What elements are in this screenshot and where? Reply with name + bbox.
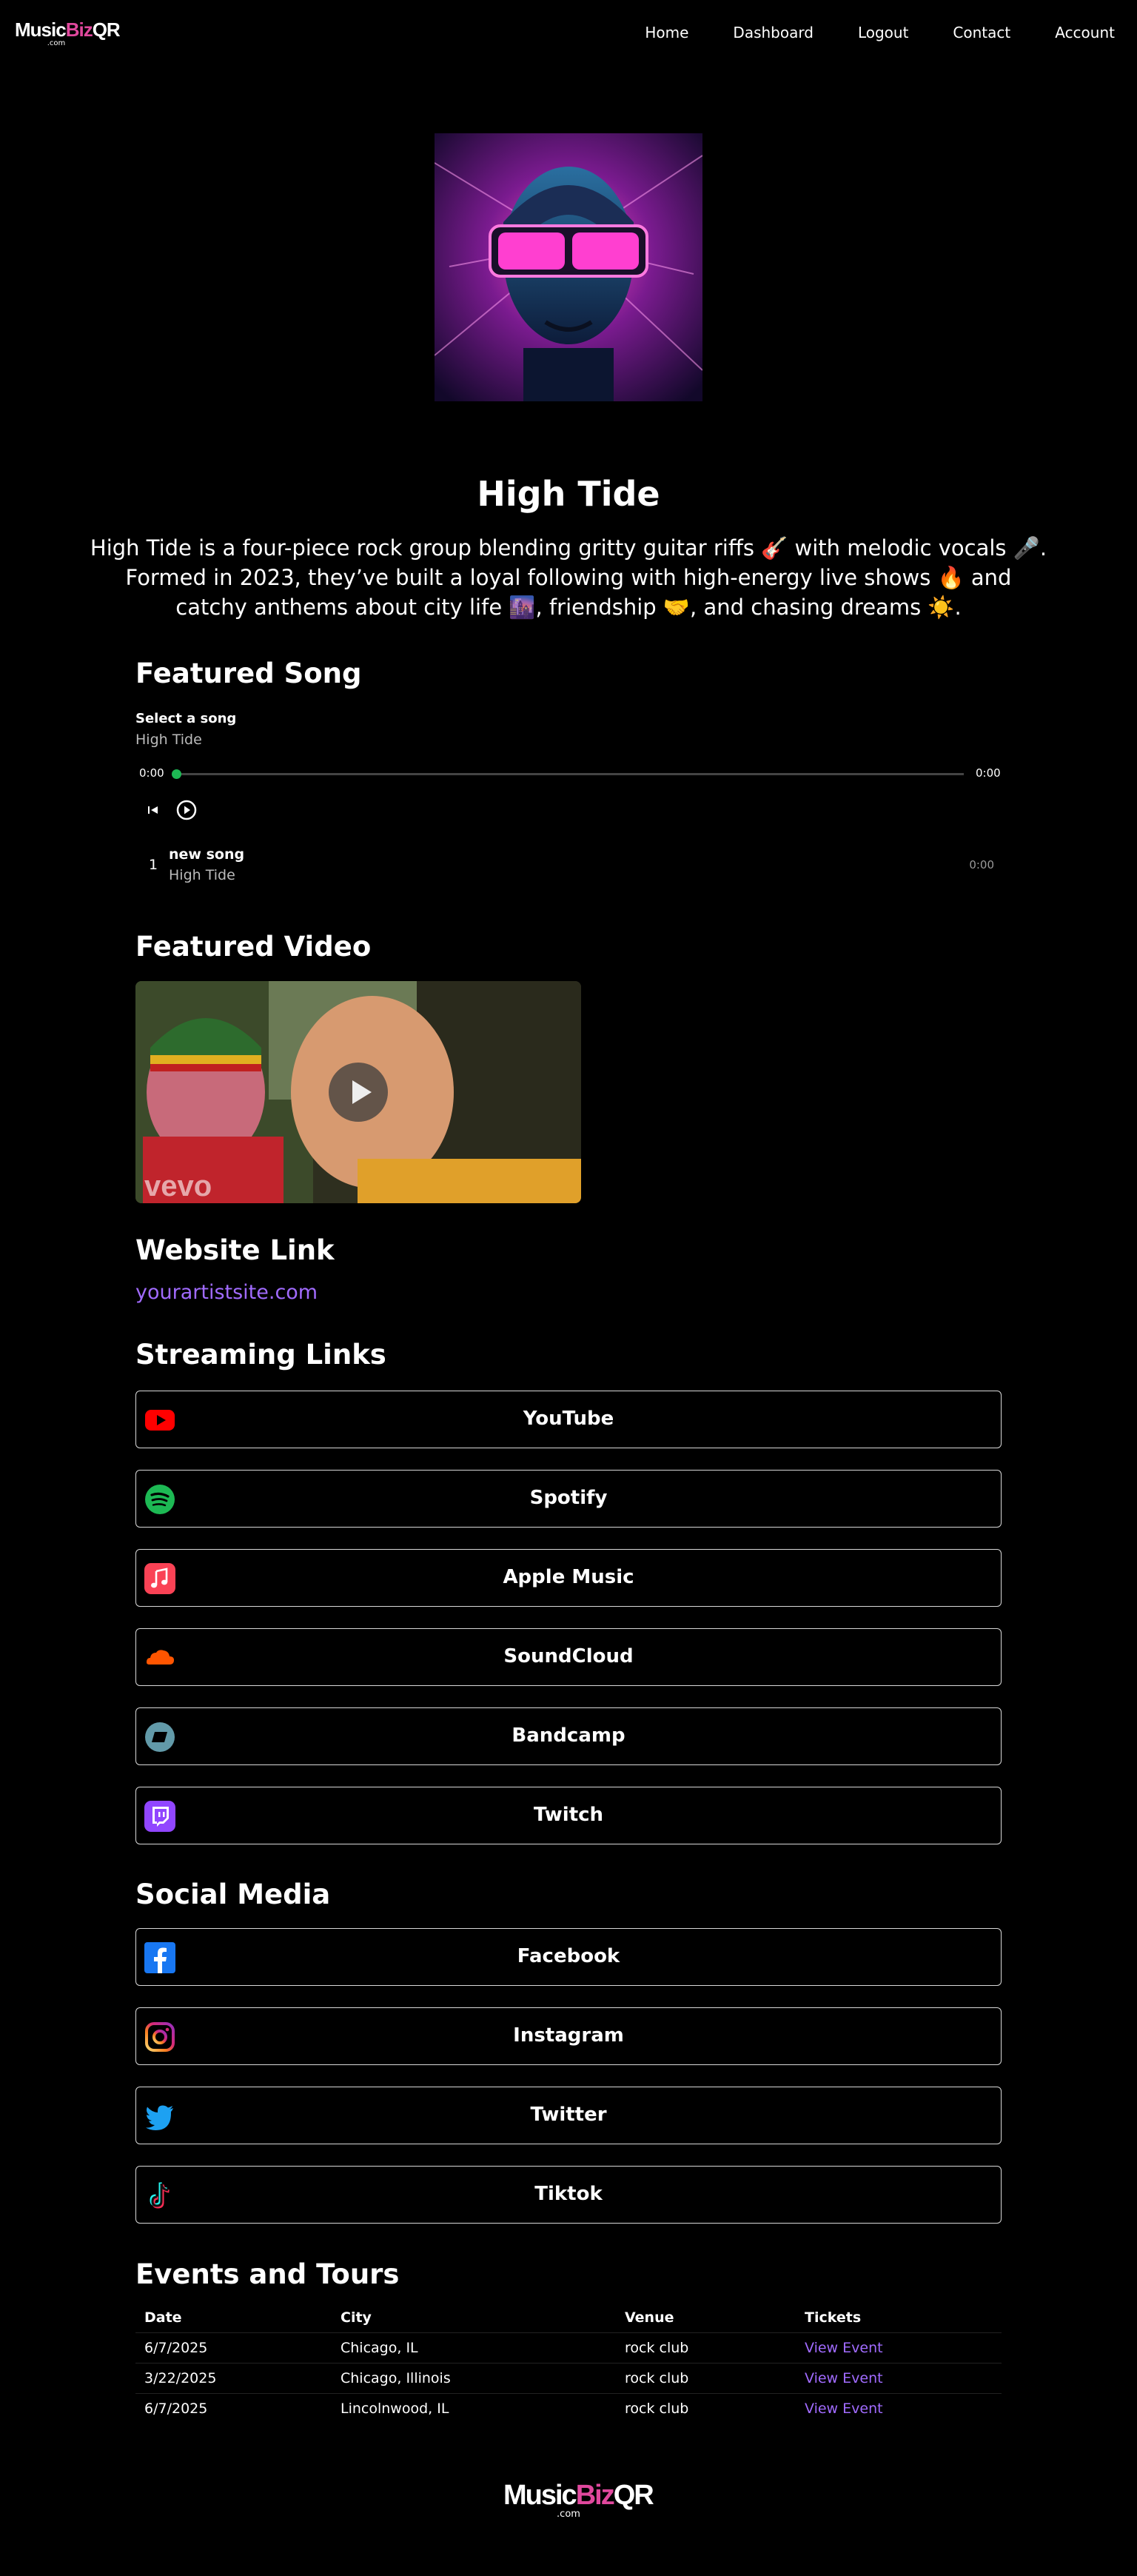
track-title: new song xyxy=(169,846,245,863)
view-event-link[interactable]: View Event xyxy=(805,2401,883,2417)
track-artist: High Tide xyxy=(169,867,235,883)
nav-account[interactable]: Account xyxy=(1055,21,1115,44)
youtube-link-button[interactable]: YouTube xyxy=(135,1391,1002,1448)
column-venue: Venue xyxy=(625,2309,674,2326)
previous-track-button[interactable] xyxy=(142,799,164,821)
view-event-link[interactable]: View Event xyxy=(805,2340,883,2356)
youtube-label: YouTube xyxy=(523,1408,614,1430)
events-table: Date City Venue Tickets 6/7/2025 Chicago… xyxy=(135,2303,1002,2423)
event-city: Lincolnwood, IL xyxy=(332,2392,616,2423)
twitter-label: Twitter xyxy=(530,2104,607,2126)
website-link[interactable]: yourartistsite.com xyxy=(135,1281,318,1304)
skip-back-icon xyxy=(148,806,158,814)
event-date: 6/7/2025 xyxy=(135,2392,332,2423)
play-button[interactable] xyxy=(175,799,198,821)
nav-dashboard[interactable]: Dashboard xyxy=(733,21,814,44)
artist-name: High Tide xyxy=(477,474,660,514)
nav-home[interactable]: Home xyxy=(645,21,688,44)
player-time-total: 0:00 xyxy=(976,766,1001,780)
nav-logout[interactable]: Logout xyxy=(858,21,908,44)
event-venue: rock club xyxy=(616,2362,796,2393)
player-progress-bar[interactable] xyxy=(176,773,964,775)
column-date: Date xyxy=(144,2309,182,2326)
soundcloud-link-button[interactable]: SoundCloud xyxy=(135,1628,1002,1686)
spotify-label: Spotify xyxy=(529,1487,608,1509)
main-nav: Home Dashboard Logout Contact Account xyxy=(600,21,1115,44)
event-venue: rock club xyxy=(616,2392,796,2423)
footer-logo-suffix: .com xyxy=(557,2509,580,2520)
vevo-watermark: vevo xyxy=(144,1170,212,1202)
footer-logo-text: MusicBizQR xyxy=(503,2480,654,2511)
twitch-label: Twitch xyxy=(533,1804,604,1826)
instagram-link-button[interactable]: Instagram xyxy=(135,2007,1002,2065)
tiktok-link-button[interactable]: Tiktok xyxy=(135,2166,1002,2224)
logo-text: MusicBizQR xyxy=(15,19,121,41)
soundcloud-label: SoundCloud xyxy=(503,1645,634,1667)
footer-logo[interactable]: MusicBizQR .com xyxy=(503,2480,654,2525)
social-media-heading: Social Media xyxy=(135,1879,331,1910)
instagram-label: Instagram xyxy=(513,2024,624,2047)
events-heading: Events and Tours xyxy=(135,2258,400,2290)
twitter-link-button[interactable]: Twitter xyxy=(135,2087,1002,2144)
track-duration: 0:00 xyxy=(969,858,994,872)
event-venue: rock club xyxy=(616,2332,796,2363)
facebook-link-button[interactable]: Facebook xyxy=(135,1928,1002,1986)
spotify-link-button[interactable]: Spotify xyxy=(135,1470,1002,1528)
video-play-button[interactable] xyxy=(329,1063,388,1122)
apple-music-link-button[interactable]: Apple Music xyxy=(135,1549,1002,1607)
tiktok-label: Tiktok xyxy=(534,2183,603,2205)
play-circle-icon xyxy=(176,800,197,820)
logo-suffix: .com xyxy=(47,39,66,47)
apple-music-label: Apple Music xyxy=(503,1566,634,1588)
artist-bio: High Tide is a four-piece rock group ble… xyxy=(90,535,1047,620)
bandcamp-link-button[interactable]: Bandcamp xyxy=(135,1707,1002,1765)
event-date: 3/22/2025 xyxy=(135,2362,332,2393)
website-heading: Website Link xyxy=(135,1234,335,1266)
column-city: City xyxy=(341,2309,372,2326)
track-list-item[interactable]: 1 new song High Tide 0:00 xyxy=(135,840,1002,892)
artist-cover-image xyxy=(435,133,702,401)
featured-video-player[interactable]: vevo xyxy=(135,981,581,1203)
nav-contact[interactable]: Contact xyxy=(953,21,1010,44)
twitch-link-button[interactable]: Twitch xyxy=(135,1787,1002,1844)
player-selected-artist: High Tide xyxy=(135,732,202,748)
table-row: 3/22/2025 Chicago, Illinois rock club Vi… xyxy=(135,2362,1002,2393)
player-time-current: 0:00 xyxy=(139,766,164,780)
event-date: 6/7/2025 xyxy=(135,2332,332,2363)
events-table-header: Date City Venue Tickets xyxy=(135,2303,1002,2332)
site-logo[interactable]: MusicBizQR .com xyxy=(15,19,121,52)
view-event-link[interactable]: View Event xyxy=(805,2370,883,2386)
bandcamp-label: Bandcamp xyxy=(512,1724,625,1747)
player-select-label: Select a song xyxy=(135,711,237,726)
table-row: 6/7/2025 Lincolnwood, IL rock club View … xyxy=(135,2392,1002,2423)
column-tickets: Tickets xyxy=(805,2309,862,2326)
streaming-heading: Streaming Links xyxy=(135,1339,386,1371)
featured-video-heading: Featured Video xyxy=(135,931,372,963)
table-row: 6/7/2025 Chicago, IL rock club View Even… xyxy=(135,2332,1002,2363)
event-city: Chicago, Illinois xyxy=(332,2362,616,2393)
facebook-label: Facebook xyxy=(517,1945,620,1967)
event-city: Chicago, IL xyxy=(332,2332,616,2363)
player-progress-handle[interactable] xyxy=(172,769,181,779)
play-icon xyxy=(352,1080,372,1104)
featured-song-heading: Featured Song xyxy=(135,658,362,689)
track-number: 1 xyxy=(149,857,158,873)
site-header: MusicBizQR .com Home Dashboard Logout Co… xyxy=(0,0,1137,67)
